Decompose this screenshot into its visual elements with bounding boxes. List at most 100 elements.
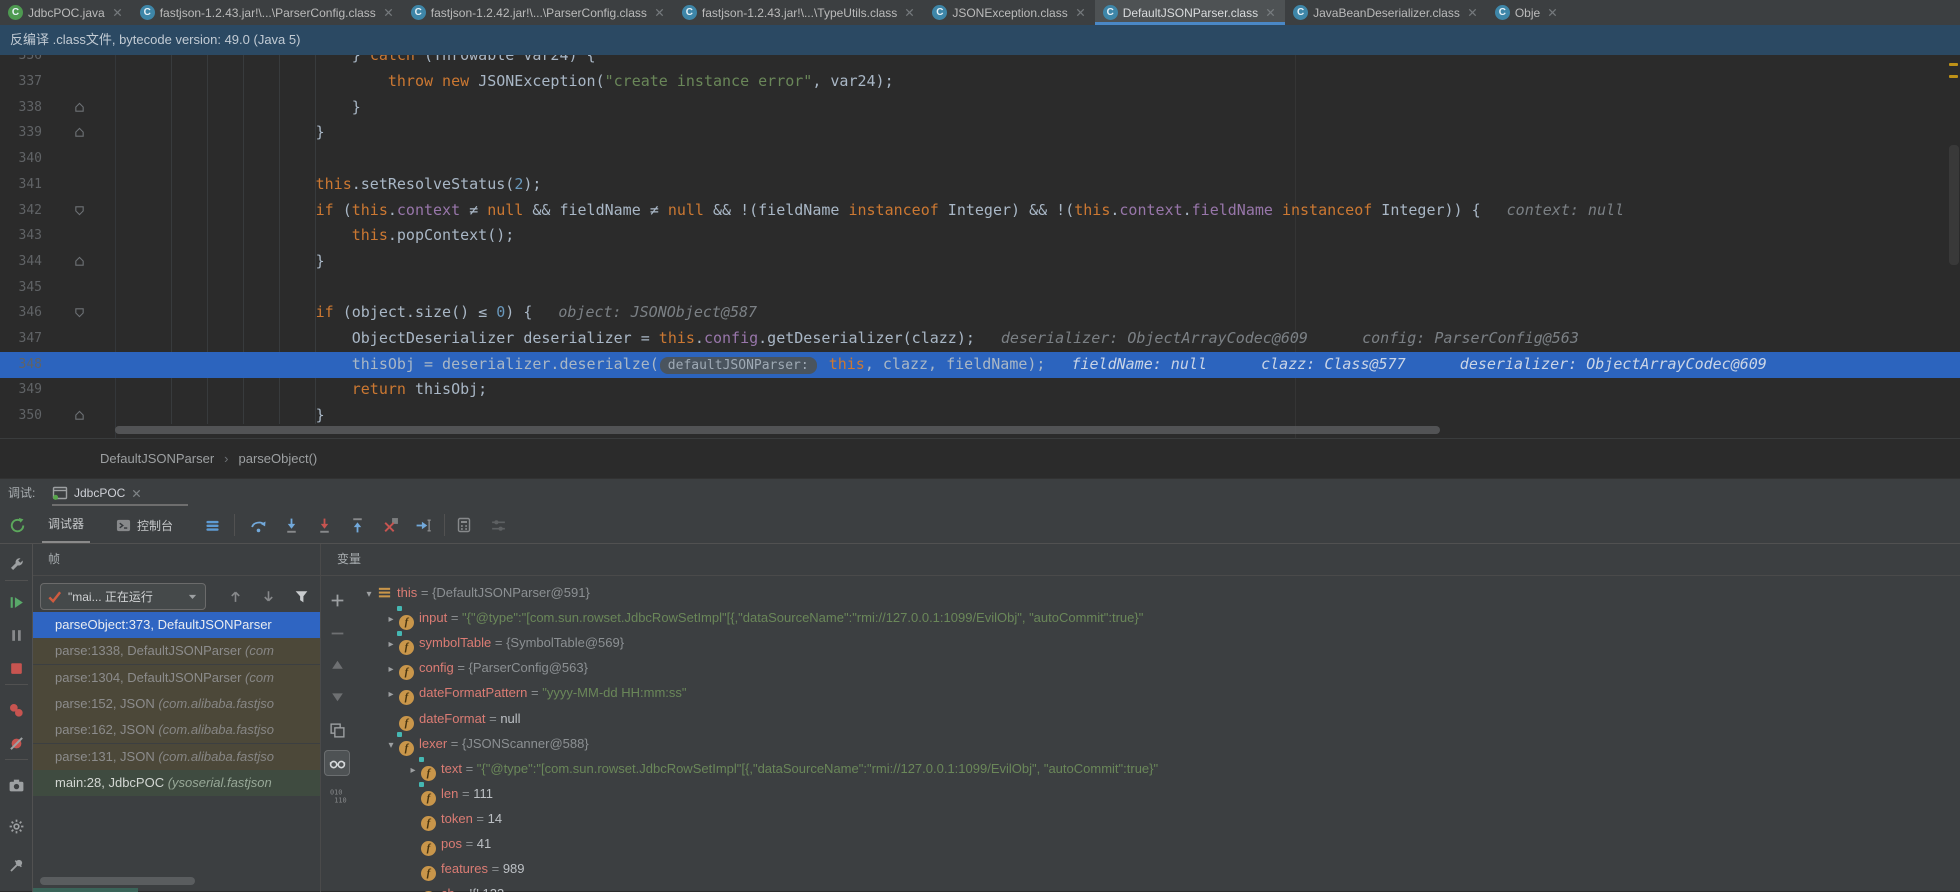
view-breakpoints-icon[interactable] xyxy=(8,702,25,719)
pause-icon[interactable] xyxy=(8,627,25,644)
variable-row-text[interactable]: ▸ f text = "{"@type":"[com.sun.rowset.Jdbc… xyxy=(353,756,1953,781)
tab-label: Obje xyxy=(1514,5,1541,20)
code-editor[interactable]: 336 } catch (Throwable var24) {337 throw… xyxy=(0,55,1960,438)
frames-horizontal-scrollbar[interactable] xyxy=(40,877,195,885)
frame-down-icon[interactable] xyxy=(260,588,278,606)
fold-marker-icon[interactable] xyxy=(74,410,85,421)
settings-icon[interactable] xyxy=(8,818,25,835)
variable-row-ch[interactable]: fch = '{' 123 xyxy=(353,881,1953,892)
move-down-icon[interactable] xyxy=(329,688,346,705)
variable-row-symbolTable[interactable]: ▸ f symbolTable = {SymbolTable@569} xyxy=(353,630,1953,657)
java-class-icon: C xyxy=(8,5,23,20)
editor-tab-fastjson-1-2-43-jar-parserconfig-class[interactable]: Cfastjson-1.2.43.jar!\...\ParserConfig.c… xyxy=(132,0,403,25)
variable-row-dateFormat[interactable]: f dateFormat = null xyxy=(353,706,1953,731)
step-into-icon[interactable] xyxy=(283,507,300,543)
fold-marker-icon[interactable] xyxy=(74,205,85,216)
camera-icon[interactable] xyxy=(8,777,25,794)
chevron-right-icon[interactable]: ▸ xyxy=(383,632,399,657)
chevron-down-icon[interactable]: ▾ xyxy=(361,582,377,607)
drop-frame-icon[interactable] xyxy=(382,507,399,543)
add-watch-icon[interactable] xyxy=(329,592,346,609)
fold-marker-icon[interactable] xyxy=(74,256,85,267)
svg-text:010: 010 xyxy=(330,788,342,796)
variable-row-lexer[interactable]: ▾ f lexer = {JSONScanner@588} xyxy=(353,731,1953,756)
chevron-right-icon[interactable]: ▸ xyxy=(383,657,399,682)
variable-row-features[interactable]: f features = 989 xyxy=(353,856,1953,882)
stop-icon[interactable] xyxy=(8,660,25,677)
stack-frame-row[interactable]: parse:152, JSON (com.alibaba.fastjso xyxy=(33,690,320,717)
step-over-icon[interactable] xyxy=(250,507,267,543)
stack-frame-row[interactable]: parseObject:373, DefaultJSONParser xyxy=(33,612,320,638)
line-number: 350 xyxy=(18,408,42,424)
mute-breakpoints-icon[interactable] xyxy=(8,735,25,752)
checkmark-icon xyxy=(47,589,62,604)
variable-row-config[interactable]: ▸ f config = {ParserConfig@563} xyxy=(353,655,1953,682)
debug-body: 帧 变量 "mai... 正在运行 parseObject:373, Defau… xyxy=(0,544,1960,892)
close-icon[interactable] xyxy=(904,7,915,18)
binary-view-icon[interactable]: 010 110 xyxy=(329,787,347,804)
stack-frame-row[interactable]: parse:1338, DefaultJSONParser (com xyxy=(33,638,320,665)
chevron-right-icon[interactable]: ▸ xyxy=(383,682,399,707)
duplicate-icon[interactable] xyxy=(329,722,346,739)
show-watches-icon[interactable] xyxy=(324,750,350,776)
line-number: 347 xyxy=(18,331,42,346)
variable-row-pos[interactable]: f pos = 41 xyxy=(353,831,1953,856)
editor-tab-fastjson-1-2-42-jar-parserconfig-class[interactable]: Cfastjson-1.2.42.jar!\...\ParserConfig.c… xyxy=(403,0,674,25)
force-step-into-icon[interactable] xyxy=(316,507,333,543)
close-icon[interactable] xyxy=(1075,7,1086,18)
variable-row-dateFormatPattern[interactable]: ▸ f dateFormatPattern = "yyyy-MM-dd HH:mm:… xyxy=(353,680,1953,707)
close-icon[interactable] xyxy=(383,7,394,18)
run-to-cursor-icon[interactable] xyxy=(415,507,432,543)
breadcrumb-separator: › xyxy=(224,451,229,466)
frame-up-icon[interactable] xyxy=(227,588,245,606)
tab-debugger[interactable]: 调试器 xyxy=(42,507,91,543)
resume-icon[interactable] xyxy=(8,594,25,611)
stack-frame-row[interactable]: main:28, JdbcPOC (ysoserial.fastjson xyxy=(33,769,320,796)
class-icon: C xyxy=(139,5,155,20)
toolbar-separator xyxy=(5,580,28,581)
remove-watch-icon[interactable] xyxy=(329,625,346,642)
step-out-icon[interactable] xyxy=(349,507,366,543)
code-line-345: 345 xyxy=(0,275,1960,301)
fold-marker-icon[interactable] xyxy=(74,127,85,138)
filter-icon[interactable] xyxy=(293,588,311,606)
pin-icon[interactable] xyxy=(8,857,25,874)
editor-tab-jsonexception-class[interactable]: C JSONException.class xyxy=(924,0,1094,25)
thread-dropdown[interactable]: "mai... 正在运行 xyxy=(40,583,206,610)
variable-row-this[interactable]: ▾ this = {DefaultJSONParser@591} xyxy=(353,580,1953,605)
evaluate-expression-icon[interactable] xyxy=(456,507,472,543)
editor-horizontal-scrollbar[interactable] xyxy=(0,426,1960,435)
layout-settings-icon[interactable] xyxy=(205,507,220,543)
breadcrumb-method[interactable]: parseObject() xyxy=(239,451,318,466)
move-up-icon[interactable] xyxy=(329,657,346,674)
stack-frame-row[interactable]: parse:131, JSON (com.alibaba.fastjso xyxy=(33,743,320,770)
close-icon[interactable] xyxy=(654,7,665,18)
wrench-icon[interactable] xyxy=(8,556,25,573)
fold-marker-icon[interactable] xyxy=(74,307,85,318)
editor-tab-jdbcpoc-java[interactable]: C JdbcPOC.java xyxy=(0,0,132,25)
close-icon[interactable] xyxy=(1547,7,1558,18)
variable-row-len[interactable]: f len = 111 xyxy=(353,781,1953,806)
breadcrumb-class[interactable]: DefaultJSONParser xyxy=(100,451,214,466)
editor-tab-javabeandeserializer-class[interactable]: C JavaBeanDeserializer.class xyxy=(1285,0,1487,25)
stack-frame-row[interactable]: parse:1304, DefaultJSONParser (com xyxy=(33,664,320,691)
debug-session-tab[interactable]: JdbcPOC xyxy=(52,479,142,507)
tab-console[interactable]: 控制台 xyxy=(116,507,179,543)
editor-tab-fastjson-1-2-43-jar-typeutils-class[interactable]: Cfastjson-1.2.43.jar!\...\TypeUtils.clas… xyxy=(674,0,924,25)
editor-tab-obje[interactable]: C Obje xyxy=(1487,0,1567,25)
fold-marker-icon[interactable] xyxy=(74,102,85,113)
variable-row-input[interactable]: ▸ f input = "{"@type":"[com.sun.rowset.Jdb… xyxy=(353,605,1953,631)
stack-frame-row[interactable]: parse:162, JSON (com.alibaba.fastjso xyxy=(33,717,320,744)
close-icon[interactable] xyxy=(131,488,142,499)
close-icon[interactable] xyxy=(1265,7,1276,18)
rerun-icon[interactable] xyxy=(9,507,26,543)
trace-icon[interactable] xyxy=(490,507,507,543)
code-line-339: 339 } xyxy=(0,120,1960,146)
editor-error-stripe[interactable] xyxy=(1947,55,1960,438)
close-icon[interactable] xyxy=(112,7,123,18)
close-icon[interactable] xyxy=(1467,7,1478,18)
line-number: 343 xyxy=(18,228,42,244)
editor-tab-defaultjsonparser-class[interactable]: C DefaultJSONParser.class xyxy=(1094,0,1286,25)
code-line-336: 336 } catch (Throwable var24) { xyxy=(0,55,1960,69)
variable-row-token[interactable]: f token = 14 xyxy=(353,806,1953,831)
